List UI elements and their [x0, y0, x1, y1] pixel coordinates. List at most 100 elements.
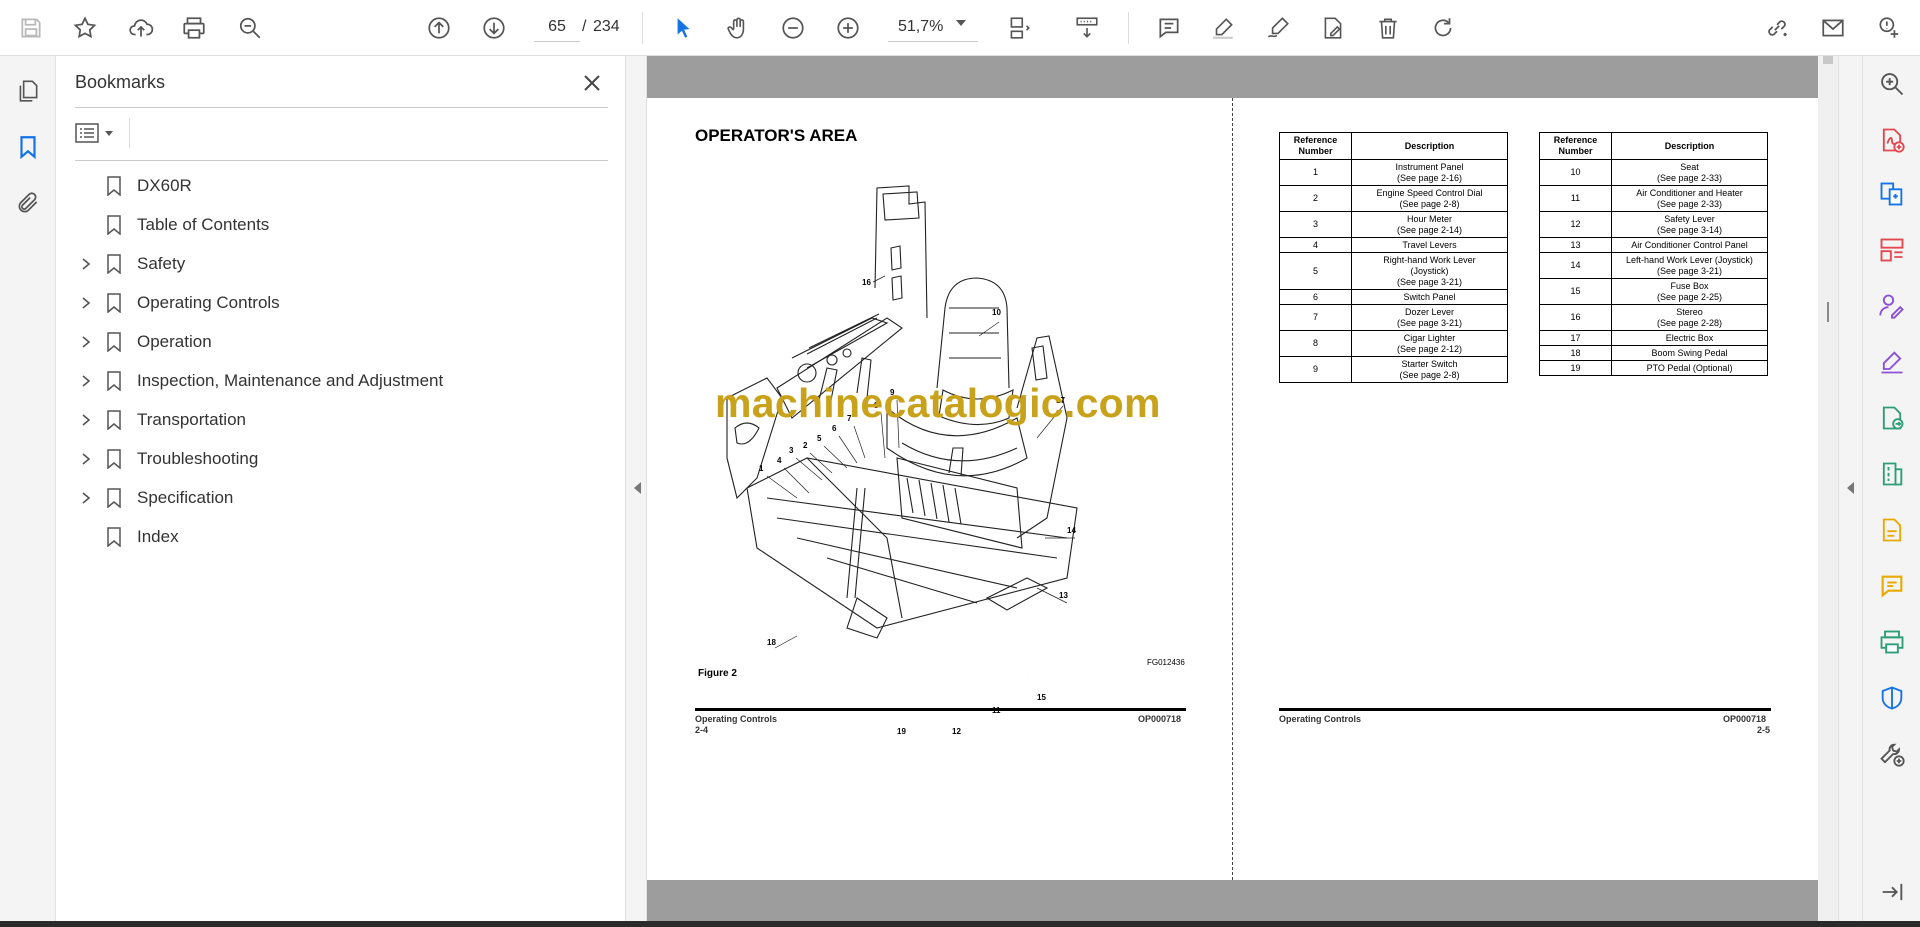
- draw-icon[interactable]: [1259, 9, 1297, 47]
- chevron-right-icon[interactable]: [75, 292, 97, 314]
- page-thumbnails-icon[interactable]: [9, 72, 47, 110]
- create-pdf-icon[interactable]: [1874, 122, 1910, 158]
- bookmark-item[interactable]: Table of Contents: [75, 208, 605, 242]
- chevron-right-icon[interactable]: [75, 370, 97, 392]
- table-header-desc: Description: [1611, 132, 1768, 160]
- expand-panel-icon[interactable]: [1847, 482, 1854, 494]
- comment-tool-icon[interactable]: [1874, 568, 1910, 604]
- ref-number-cell: 14: [1539, 252, 1612, 279]
- comment-icon[interactable]: [1150, 9, 1188, 47]
- select-cursor-icon[interactable]: [664, 9, 702, 47]
- tools-panel-splitter[interactable]: [1838, 56, 1862, 927]
- request-signature-icon[interactable]: [1874, 288, 1910, 324]
- bookmark-options-button[interactable]: [75, 118, 123, 148]
- email-icon[interactable]: [1814, 9, 1852, 47]
- chevron-right-icon[interactable]: [75, 487, 97, 509]
- chevron-right-icon[interactable]: [75, 409, 97, 431]
- description-line: Seat: [1680, 161, 1699, 172]
- bookmark-item[interactable]: Safety: [75, 247, 605, 281]
- description-cell: Hour Meter (See page 2-14): [1351, 211, 1508, 238]
- ref-number-cell: 4: [1279, 237, 1352, 253]
- rotate-icon[interactable]: [1424, 9, 1462, 47]
- share-link-icon[interactable]: [1758, 9, 1796, 47]
- next-page-icon[interactable]: [475, 9, 513, 47]
- bookmark-item[interactable]: DX60R: [75, 169, 605, 203]
- description-cell: PTO Pedal (Optional): [1611, 360, 1768, 376]
- user-share-icon[interactable]: [1870, 9, 1908, 47]
- page-number-input[interactable]: [534, 12, 580, 42]
- scroll-position-marker: [1827, 302, 1829, 322]
- find-zoom-icon[interactable]: [231, 9, 269, 47]
- description-line: (See page 2-28): [1656, 317, 1723, 328]
- attachment-icon[interactable]: [9, 184, 47, 222]
- organize-pages-icon[interactable]: [1874, 232, 1910, 268]
- description-line: (See page 2-8): [1399, 369, 1460, 380]
- ref-number-cell: 9: [1279, 356, 1352, 383]
- page-separator: /: [582, 18, 587, 35]
- bookmark-item[interactable]: Specification: [75, 481, 605, 515]
- description-line: (See page 2-25): [1656, 291, 1723, 302]
- more-tools-icon[interactable]: [1874, 736, 1910, 772]
- edit-text-icon[interactable]: [1874, 512, 1910, 548]
- scroll-mode-icon[interactable]: [1068, 9, 1106, 47]
- bookmark-item[interactable]: Operation: [75, 325, 605, 359]
- description-cell: Left-hand Work Lever (Joystick) (See page…: [1611, 252, 1768, 279]
- protect-shield-icon[interactable]: [1874, 680, 1910, 716]
- ref-number-cell: 8: [1279, 330, 1352, 357]
- print-production-icon[interactable]: [1874, 624, 1910, 660]
- cloud-upload-icon[interactable]: [122, 9, 160, 47]
- highlight-icon[interactable]: [1204, 9, 1242, 47]
- bookmark-item[interactable]: Troubleshooting: [75, 442, 605, 476]
- table-row: 7 Dozer Lever (See page 3-21): [1279, 304, 1508, 331]
- bookmark-panel-icon[interactable]: [9, 128, 47, 166]
- chevron-right-icon[interactable]: [75, 253, 97, 275]
- description-line: (See page 2-33): [1656, 198, 1723, 209]
- edit-pdf-icon[interactable]: [1314, 9, 1352, 47]
- print-icon[interactable]: [175, 9, 213, 47]
- description-cell: Starter Switch (See page 2-8): [1351, 356, 1508, 383]
- fill-sign-icon[interactable]: [1874, 344, 1910, 380]
- collapse-tools-icon[interactable]: [1874, 874, 1910, 910]
- bookmark-label: Inspection, Maintenance and Adjustment: [137, 371, 444, 390]
- chevron-down-icon[interactable]: [956, 20, 966, 26]
- ref-number-cell: 1: [1279, 159, 1352, 186]
- compress-pdf-icon[interactable]: [1874, 456, 1910, 492]
- bookmark-item[interactable]: Index: [75, 520, 605, 554]
- zoom-in-icon[interactable]: [829, 9, 867, 47]
- description-line: Hour Meter: [1406, 213, 1452, 224]
- bookmark-item[interactable]: Operating Controls: [75, 286, 605, 320]
- callout-number: 14: [1067, 526, 1076, 535]
- bookmark-label: Transportation: [137, 410, 246, 429]
- ref-number-cell: 19: [1539, 360, 1612, 376]
- collapse-panel-icon[interactable]: [634, 482, 641, 494]
- description-line: (Joystick): [1410, 265, 1449, 276]
- panel-splitter[interactable]: [625, 56, 647, 927]
- description-line: (See page 3-14): [1656, 224, 1723, 235]
- zoom-level-select[interactable]: 51,7%: [888, 12, 978, 42]
- export-pdf-icon[interactable]: [1874, 400, 1910, 436]
- delete-icon[interactable]: [1369, 9, 1407, 47]
- zoom-search-icon[interactable]: [1874, 66, 1910, 102]
- scrollbar-thumb[interactable]: [1823, 56, 1833, 64]
- close-icon[interactable]: [577, 68, 607, 98]
- description-cell: Air Conditioner Control Panel: [1611, 237, 1768, 253]
- vertical-scrollbar[interactable]: [1818, 56, 1838, 927]
- combine-files-icon[interactable]: [1874, 176, 1910, 212]
- table-header-desc: Description: [1351, 132, 1508, 160]
- tools-rail: [1862, 56, 1920, 927]
- star-icon[interactable]: [66, 9, 104, 47]
- bookmark-item[interactable]: Transportation: [75, 403, 605, 437]
- chevron-right-icon[interactable]: [75, 331, 97, 353]
- save-icon[interactable]: [12, 9, 50, 47]
- previous-page-icon[interactable]: [420, 9, 458, 47]
- table-header-ref: Reference Number: [1279, 132, 1352, 160]
- table-row: 4 Travel Levers: [1279, 237, 1508, 253]
- page-fit-icon[interactable]: [1000, 9, 1038, 47]
- zoom-out-icon[interactable]: [774, 9, 812, 47]
- chevron-right-icon[interactable]: [75, 448, 97, 470]
- bookmark-item[interactable]: Inspection, Maintenance and Adjustment: [75, 364, 605, 398]
- document-viewport[interactable]: OPERATOR'S AREA 16 10 17 9 8 7 6 5 2 3 4…: [647, 56, 1818, 927]
- hand-tool-icon[interactable]: [719, 9, 757, 47]
